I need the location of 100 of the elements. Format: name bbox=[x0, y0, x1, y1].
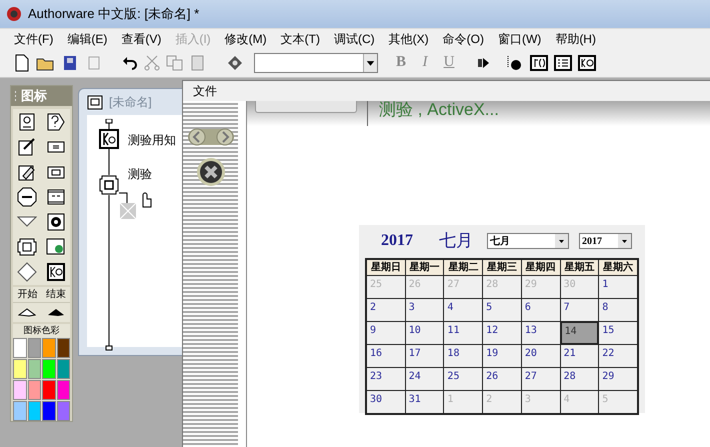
question-icon[interactable] bbox=[46, 112, 66, 132]
color-swatch[interactable] bbox=[13, 358, 26, 378]
flow-icon-label: 测验用知 bbox=[128, 132, 176, 149]
day-cell[interactable]: 13 bbox=[522, 322, 560, 344]
start-flag-label: 开始 bbox=[17, 288, 38, 302]
style-dropdown[interactable] bbox=[254, 52, 378, 72]
color-swatch[interactable] bbox=[42, 380, 56, 400]
color-swatch[interactable] bbox=[28, 358, 41, 378]
day-cell[interactable]: 20 bbox=[522, 345, 560, 367]
color-swatch[interactable] bbox=[56, 358, 70, 378]
color-swatch[interactable] bbox=[28, 400, 41, 420]
motion-icon[interactable] bbox=[17, 137, 38, 157]
day-cell[interactable]: 9 bbox=[367, 322, 405, 344]
palette-title: 图标 bbox=[21, 87, 47, 106]
day-cell[interactable]: 24 bbox=[406, 368, 444, 390]
day-cell[interactable]: 2 bbox=[367, 299, 405, 321]
day-cell[interactable]: 28 bbox=[560, 368, 598, 390]
day-cell[interactable]: 7 bbox=[560, 299, 598, 321]
day-cell[interactable]: 16 bbox=[367, 345, 405, 367]
frame-icon[interactable] bbox=[17, 237, 38, 257]
color-swatch[interactable] bbox=[13, 400, 26, 420]
window-title: Authorware 中文版: [未命名] * bbox=[28, 5, 200, 24]
color-swatch[interactable] bbox=[13, 338, 26, 358]
day-cell[interactable]: 21 bbox=[560, 345, 598, 367]
menu-item[interactable]: 编辑(E) bbox=[61, 30, 114, 48]
day-cell[interactable]: 29 bbox=[599, 368, 637, 390]
month-dropdown[interactable]: 七月 bbox=[487, 233, 569, 249]
day-cell[interactable]: 14 bbox=[560, 322, 598, 344]
weekday-header: 星期四 bbox=[522, 260, 560, 275]
day-cell[interactable]: 1 bbox=[599, 276, 637, 298]
day-cell[interactable]: 4 bbox=[444, 299, 482, 321]
day-cell[interactable]: 26 bbox=[483, 368, 521, 390]
day-cell[interactable]: 19 bbox=[483, 345, 521, 367]
menu-item[interactable]: 调试(C) bbox=[328, 30, 381, 48]
menu-item[interactable]: 修改(M) bbox=[218, 30, 273, 48]
document-icon bbox=[87, 94, 103, 110]
day-cell[interactable]: 22 bbox=[599, 345, 637, 367]
color-swatch[interactable] bbox=[56, 400, 70, 420]
weekday-header: 星期六 bbox=[599, 260, 637, 275]
color-swatch[interactable] bbox=[28, 338, 41, 358]
day-cell[interactable]: 18 bbox=[444, 345, 482, 367]
weekday-header: 星期五 bbox=[560, 260, 598, 275]
grip-icon bbox=[14, 90, 17, 102]
diamond-icon[interactable] bbox=[17, 262, 38, 282]
knowledge-object-icon[interactable] bbox=[578, 54, 596, 70]
calendar-year: 2017 bbox=[381, 231, 413, 251]
color-swatch[interactable] bbox=[42, 400, 56, 420]
navigation-arrows-icon[interactable] bbox=[186, 127, 234, 147]
day-cell[interactable]: 15 bbox=[599, 322, 637, 344]
end-flag-label: 结束 bbox=[46, 288, 66, 302]
octagon-icon[interactable] bbox=[17, 187, 38, 207]
color-swatch[interactable] bbox=[56, 338, 70, 358]
color-swatch[interactable] bbox=[28, 380, 41, 400]
menu-item[interactable]: 文件 bbox=[193, 82, 217, 100]
close-icon[interactable] bbox=[196, 157, 226, 187]
color-swatch[interactable] bbox=[56, 380, 70, 400]
menu-item[interactable]: 文本(T) bbox=[274, 30, 326, 48]
menu-item[interactable]: 命令(O) bbox=[436, 30, 490, 48]
color-swatch[interactable] bbox=[42, 358, 56, 378]
menu-item[interactable]: 其他(X) bbox=[382, 30, 435, 48]
banner-text: 测验 , ActiveX... bbox=[379, 101, 499, 119]
functions-icon[interactable] bbox=[530, 54, 548, 70]
weekday-header: 星期一 bbox=[406, 260, 444, 275]
color-swatch[interactable] bbox=[13, 380, 26, 400]
menu-item[interactable]: 帮助(H) bbox=[549, 30, 602, 48]
day-cell[interactable]: 23 bbox=[367, 368, 405, 390]
menu-item[interactable]: 窗口(W) bbox=[492, 30, 548, 48]
app-logo-icon bbox=[6, 6, 22, 22]
day-cell[interactable]: 17 bbox=[406, 345, 444, 367]
day-cell[interactable]: 10 bbox=[406, 322, 444, 344]
day-cell[interactable]: 30 bbox=[367, 391, 405, 413]
menu-item[interactable]: 查看(V) bbox=[115, 30, 168, 48]
weekday-header: 星期二 bbox=[444, 260, 482, 275]
knowledge-object-icon[interactable] bbox=[99, 129, 119, 149]
day-cell[interactable]: 3 bbox=[406, 299, 444, 321]
day-cell[interactable]: 6 bbox=[522, 299, 560, 321]
undo-icon[interactable] bbox=[122, 54, 138, 70]
calendar-month: 七月 bbox=[439, 230, 473, 252]
menu-item[interactable]: 文件(F) bbox=[8, 30, 60, 48]
end-flag-icon[interactable] bbox=[46, 308, 65, 318]
new-file-icon[interactable] bbox=[14, 54, 30, 72]
day-cell[interactable]: 5 bbox=[483, 299, 521, 321]
color-section-label: 图标色彩 bbox=[13, 324, 70, 338]
list-icon[interactable] bbox=[554, 54, 572, 70]
weekday-header: 星期日 bbox=[367, 260, 405, 275]
weekday-header: 星期三 bbox=[483, 260, 521, 275]
day-cell[interactable]: 11 bbox=[444, 322, 482, 344]
start-flag-icon[interactable] bbox=[18, 308, 36, 318]
flow-icon-label: 测验 bbox=[128, 166, 152, 183]
knowledge-object-icon[interactable] bbox=[46, 262, 66, 282]
day-cell[interactable]: 8 bbox=[599, 299, 637, 321]
design-window-title: [未命名] bbox=[109, 94, 152, 111]
color-swatch[interactable] bbox=[42, 338, 56, 358]
day-cell[interactable]: 25 bbox=[444, 368, 482, 390]
interaction-icon[interactable] bbox=[99, 175, 119, 195]
day-cell[interactable]: 31 bbox=[406, 391, 444, 413]
year-dropdown[interactable]: 2017 bbox=[579, 233, 632, 249]
day-cell[interactable]: 27 bbox=[522, 368, 560, 390]
display-icon[interactable] bbox=[17, 112, 38, 132]
day-cell[interactable]: 12 bbox=[483, 322, 521, 344]
